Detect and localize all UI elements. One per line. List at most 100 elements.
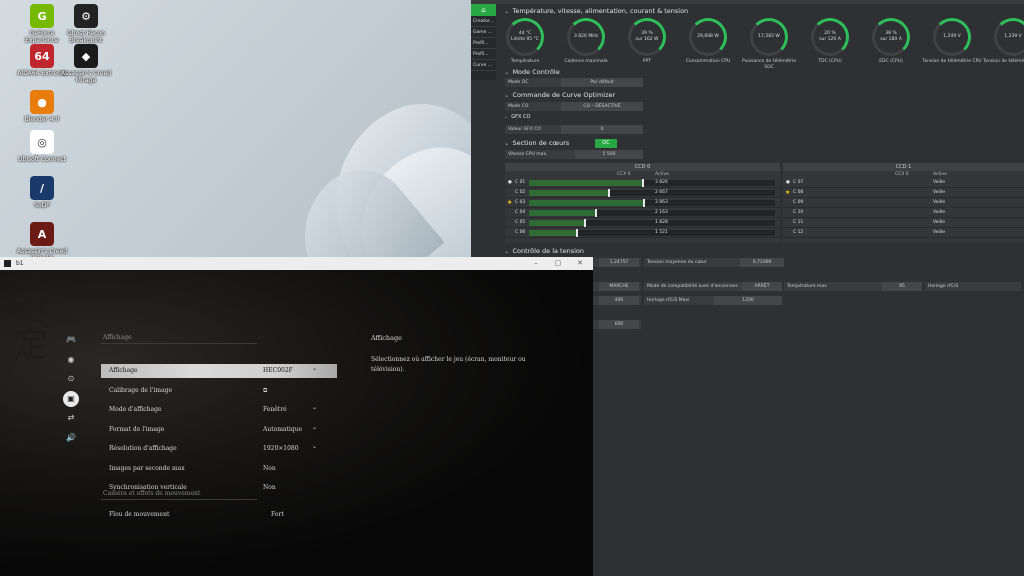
divider <box>101 499 257 500</box>
core-value: Veille <box>933 230 946 235</box>
setting-row[interactable]: Images par seconde max Non <box>101 463 337 476</box>
desktop-icon[interactable]: ◎ Ubisoft Connect <box>14 130 70 163</box>
desktop-icon-label: Assassin's Creed Mirage <box>60 70 112 84</box>
chevron-down-icon: ⌄ <box>312 423 318 431</box>
core-row: ● C 01 3 826 <box>505 178 780 188</box>
gauge: 3 826 MHz Cadence maximale <box>556 18 616 65</box>
nav-item[interactable]: Profil... <box>471 38 496 49</box>
gauge-ring: 20 % sur 120 A <box>811 18 849 56</box>
legacy-mode-row: Mode de compatibilité avec d'anciennes .… <box>644 282 782 291</box>
desktop-icon[interactable]: ◆ Assassin's Creed Mirage <box>58 44 114 84</box>
mode-oc-select[interactable]: Par défaut <box>561 78 643 87</box>
speaker-icon[interactable]: 🔊 <box>63 430 79 446</box>
core-bar-fill <box>529 220 584 226</box>
gfx-co-input[interactable]: 0 <box>561 125 643 134</box>
row3-input[interactable]: 400 <box>599 296 639 305</box>
gauge-ring: 29,608 W <box>689 18 727 56</box>
gauge-ring: 44 °C Limite 95 °C <box>506 18 544 56</box>
core-value: 1 521 <box>655 230 668 235</box>
desktop-icon[interactable]: ● Blender 4.0 <box>14 90 70 123</box>
section-mode[interactable]: ⌄ Mode Contrôle <box>504 68 560 76</box>
close-icon[interactable]: ✕ <box>571 257 589 270</box>
nav-item[interactable]: Creator... <box>471 16 496 27</box>
section-voltage[interactable]: ⌄ Contrôle de la tension <box>504 247 584 255</box>
setting-row[interactable]: Résolution d'affichage 1920×1080 ⌄ <box>101 443 337 456</box>
chevron-down-icon: ⌄ <box>312 404 318 411</box>
desktop-icon[interactable]: AAssassin's Creed Valhalla <box>14 222 70 260</box>
core-name: C 04 <box>515 210 526 215</box>
row4-input[interactable]: 600 <box>599 320 639 329</box>
maximize-icon[interactable]: ▢ <box>549 257 567 270</box>
section-curve[interactable]: ⌄ Commande de Curve Optimizer <box>504 91 615 99</box>
ccx-label: CCX 0 <box>895 172 909 177</box>
swap-icon[interactable]: ⇄ <box>63 410 79 426</box>
io-clock-max-input[interactable]: 1200 <box>714 296 782 305</box>
gauge-ring: 38 % sur 180 A <box>872 18 910 56</box>
chevron-down-icon: ⌄ <box>312 443 318 450</box>
ccd1-panel: CCD 1 CCX 0 Active ● C 07 Veille ★ C 08 Veille… <box>783 163 1024 243</box>
app-icon: 64 <box>30 44 54 68</box>
temp-max-input[interactable]: 95 <box>882 282 922 291</box>
game-title-bar: b1 – ▢ ✕ <box>0 257 593 270</box>
core-row: C 06 1 521 <box>505 228 780 238</box>
section-gfx-co[interactable]: ⌄ GFX CO <box>504 114 530 120</box>
gauge-caption: Tension de télémétrie SOC <box>983 59 1024 64</box>
cpu-max-input[interactable]: 5 500 <box>575 150 643 159</box>
legacy-mode-toggle[interactable]: ARRÊT <box>742 282 782 291</box>
setting-row[interactable]: Affichage HEC002F ⌄ <box>101 365 337 378</box>
gauge: 1,239 V Tension de télémétrie SOC <box>983 18 1024 65</box>
nav-item[interactable]: Game ... <box>471 27 496 38</box>
mode-co-select[interactable]: CO – DÉSACTIVÉ <box>561 102 643 111</box>
dot-icon: ● <box>508 180 512 185</box>
desktop-icon[interactable]: / SoDP <box>14 176 70 209</box>
gauge-caption: TDC (CPU) <box>818 59 842 64</box>
gauge-caption: Puissance de télémétrie SOC <box>741 59 797 70</box>
nav-item[interactable]: Profil... <box>471 49 496 60</box>
app-icon: ⚙ <box>74 4 98 28</box>
desktop: G GeForce Experience ⚙ Ghost Recon Breakpoi… <box>0 0 475 260</box>
target-icon[interactable]: ◉ <box>63 352 79 368</box>
zoom-icon[interactable]: ⊙ <box>63 371 79 387</box>
core-row: C 05 1 828 <box>505 218 780 228</box>
motion-blur-value[interactable]: Fort <box>271 511 284 518</box>
gamepad-icon[interactable]: 🎮 <box>63 332 79 348</box>
setting-value: 1920×1080 <box>263 445 299 452</box>
compat-toggle[interactable]: MARCHE <box>599 282 639 291</box>
nav-item[interactable]: Curve ... <box>471 60 496 71</box>
home-icon[interactable]: ⌂ <box>471 4 496 16</box>
gauge-sub: sur 120 A <box>819 37 841 42</box>
core-name: C 05 <box>515 220 526 225</box>
gauge: 29,608 W Consommation CPU <box>678 18 738 65</box>
oc-badge[interactable]: OC <box>595 139 617 148</box>
chevron-down-icon: ⌄ <box>504 114 509 120</box>
core-row: C 10 Veille <box>783 208 1024 218</box>
calligraphy-watermark: 設定 <box>7 292 47 360</box>
core-bar-fill <box>529 230 576 236</box>
gauge-value: 29,608 W <box>697 34 719 39</box>
setting-row[interactable]: Format de l'image Automatique ⌄ <box>101 424 337 437</box>
ccd1-header: CCX 0 Active <box>783 171 1024 178</box>
setting-value: Automatique <box>263 425 303 433</box>
compat-value: MARCHE <box>593 282 641 291</box>
core-value: Veille <box>933 200 946 205</box>
chevron-down-icon: ⌄ <box>504 7 510 15</box>
display-icon[interactable]: ▣ <box>63 390 79 407</box>
screen: G GeForce Experience ⚙ Ghost Recon Breakpoi… <box>0 0 1024 576</box>
core-name: C 10 <box>793 210 804 215</box>
core-bar-marker <box>608 189 610 197</box>
minimize-icon[interactable]: – <box>527 257 545 270</box>
desktop-icon[interactable]: ⚙ Ghost Recon Breakpoint <box>58 4 114 44</box>
setting-row[interactable]: Calibrage de l'image ⧉ <box>101 385 337 398</box>
title-bar <box>471 0 1024 4</box>
motion-blur-label[interactable]: Flou de mouvement <box>109 511 169 518</box>
core-bar-marker <box>595 209 597 217</box>
group-heading-display: Affichage <box>103 334 132 341</box>
section-cores[interactable]: ⌄ Section de cœurs <box>504 139 569 147</box>
avg-voltage-row: Tension moyenne du cœur 0,73369 <box>644 258 784 267</box>
gauge-caption: EDC (CPU) <box>879 59 903 64</box>
core-name: C 07 <box>793 180 804 185</box>
chevron-down-icon: ⌄ <box>504 68 510 76</box>
section-temperature[interactable]: ⌄ Température, vitesse, alimentation, cou… <box>504 7 688 15</box>
setting-row[interactable]: Mode d'affichage Fenêtré ⌄ <box>101 404 337 417</box>
gauge-value: 17,583 W <box>758 34 780 39</box>
